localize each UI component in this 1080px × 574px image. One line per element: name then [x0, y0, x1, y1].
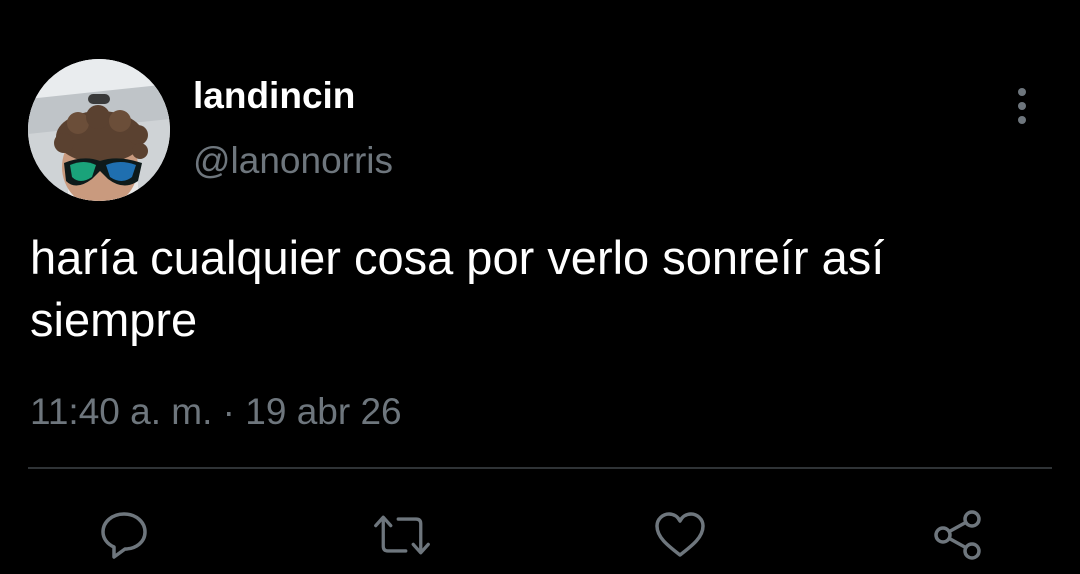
tweet-text: haría cualquier cosa por verlo sonreír a… [30, 231, 885, 346]
avatar-photo [28, 59, 170, 201]
reply-button[interactable] [94, 505, 154, 565]
user-handle[interactable]: @lanonorris [193, 139, 393, 183]
tweet-time: 11:40 a. m. [30, 391, 213, 432]
tweet-timestamp[interactable]: 11:40 a. m. · 19 abr 26 [30, 390, 402, 434]
vertical-dots-icon [1018, 88, 1026, 124]
share-nodes-icon [934, 510, 981, 560]
action-bar [0, 505, 1080, 565]
avatar[interactable] [28, 59, 170, 201]
tweet-card: landincin @lanonorris haría cualquier co… [0, 0, 1080, 574]
tweet-date: 19 abr 26 [245, 391, 402, 432]
speech-bubble-icon [101, 512, 147, 559]
retweet-arrows-icon [374, 515, 430, 555]
share-button[interactable] [928, 505, 988, 565]
meta-separator: · [222, 391, 235, 432]
divider [28, 467, 1052, 469]
more-options-button[interactable] [1004, 84, 1040, 128]
like-button[interactable] [650, 505, 710, 565]
retweet-button[interactable] [372, 505, 432, 565]
display-name[interactable]: landincin [193, 74, 355, 118]
heart-icon [655, 512, 705, 557]
